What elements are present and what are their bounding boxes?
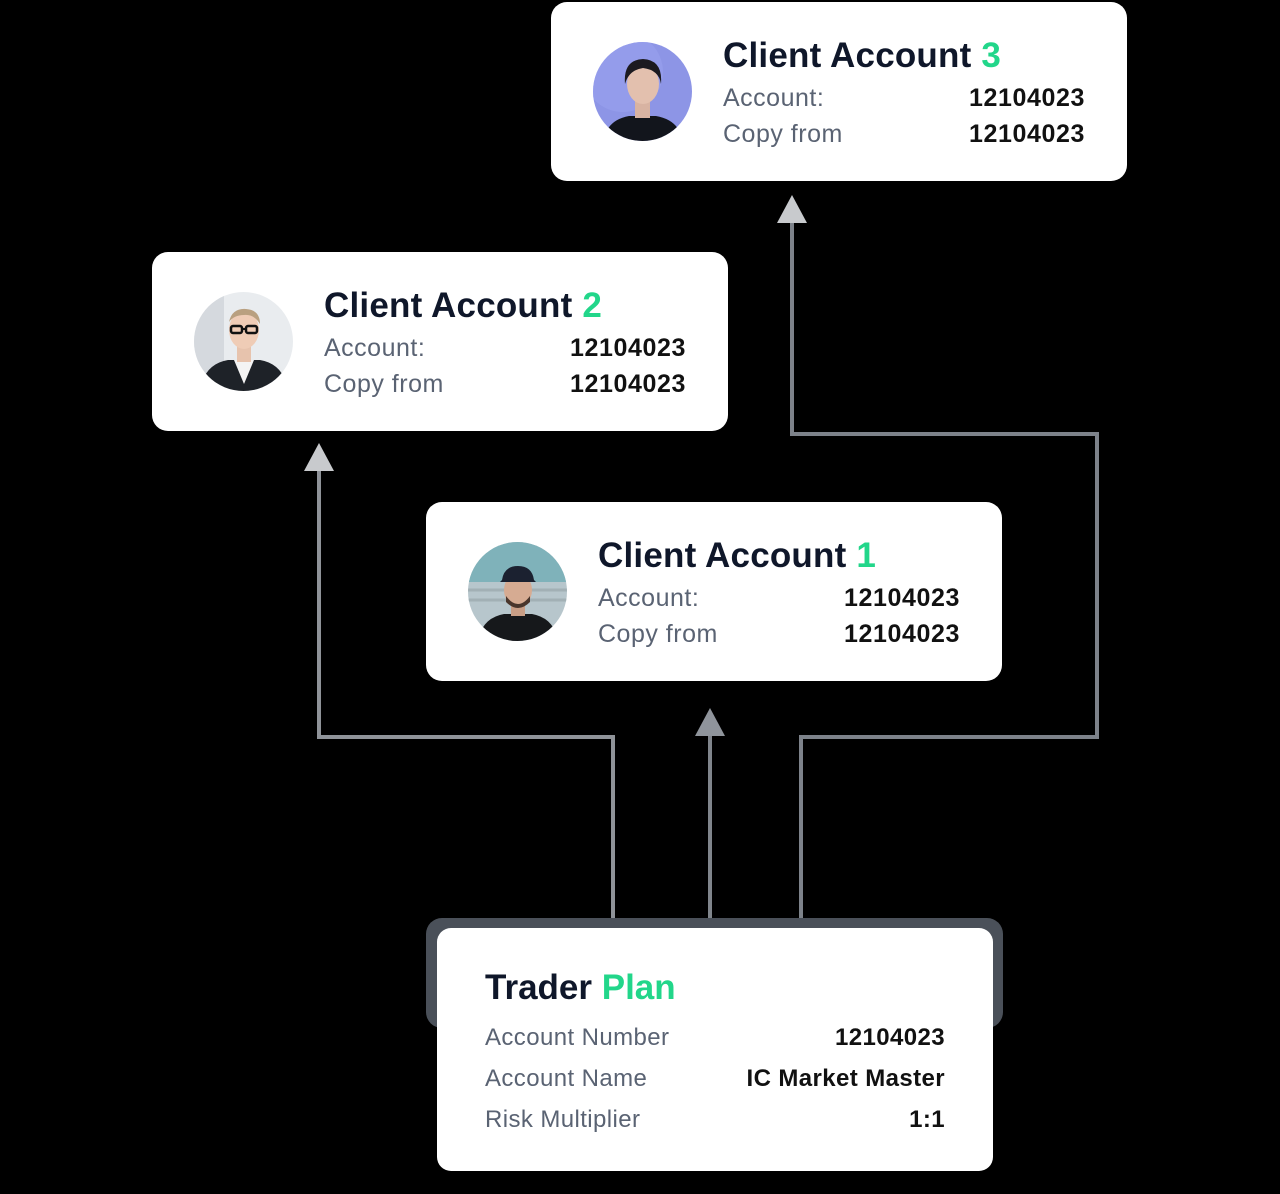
card-number: 1 xyxy=(856,536,877,575)
copy-from-label: Copy from xyxy=(324,370,444,398)
avatar xyxy=(593,42,692,141)
account-label: Account: xyxy=(723,84,825,112)
risk-multiplier-label: Risk Multiplier xyxy=(485,1106,641,1133)
account-name-value: IC Market Master xyxy=(746,1065,945,1092)
copy-from-value: 12104023 xyxy=(968,120,1085,148)
account-value: 12104023 xyxy=(569,334,686,362)
trader-plan-card[interactable]: Trader Plan Account Number 12104023 Acco… xyxy=(437,928,993,1171)
plan-title: Trader Plan xyxy=(485,968,676,1007)
account-label: Account: xyxy=(598,584,700,612)
client-account-card-3[interactable]: Client Account 3 Account: 12104023 Copy … xyxy=(551,2,1127,181)
client-account-card-1[interactable]: Client Account 1 Account: 12104023 Copy … xyxy=(426,502,1002,681)
account-value: 12104023 xyxy=(968,84,1085,112)
plan-title-accent: Plan xyxy=(601,968,676,1007)
copy-from-label: Copy from xyxy=(723,120,843,148)
copy-from-value: 12104023 xyxy=(569,370,686,398)
account-number-label: Account Number xyxy=(485,1024,670,1051)
card-number: 3 xyxy=(981,36,1002,75)
arrow-up-icon xyxy=(304,443,334,471)
copy-from-value: 12104023 xyxy=(843,620,960,648)
card-title: Client Account 1 xyxy=(598,536,877,575)
avatar xyxy=(194,292,293,391)
card-title: Client Account 2 xyxy=(324,286,603,325)
account-label: Account: xyxy=(324,334,426,362)
client-account-card-2[interactable]: Client Account 2 Account: 12104023 Copy … xyxy=(152,252,728,431)
risk-multiplier-value: 1:1 xyxy=(909,1106,945,1133)
account-name-label: Account Name xyxy=(485,1065,648,1092)
account-value: 12104023 xyxy=(843,584,960,612)
card-number: 2 xyxy=(582,286,603,325)
arrow-up-icon xyxy=(695,708,725,736)
card-title: Client Account 3 xyxy=(723,36,1002,75)
avatar xyxy=(468,542,567,641)
account-number-value: 12104023 xyxy=(835,1024,945,1051)
arrow-up-icon xyxy=(777,195,807,223)
copy-from-label: Copy from xyxy=(598,620,718,648)
